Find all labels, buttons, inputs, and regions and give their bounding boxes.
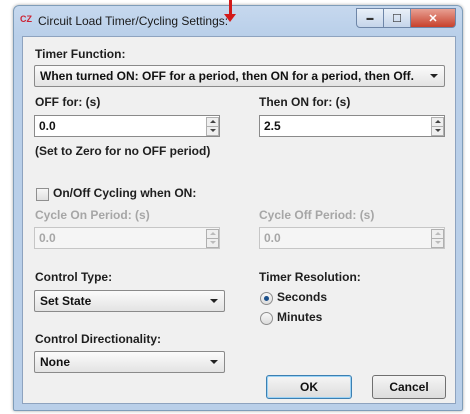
- cycle-on-input[interactable]: 0.0: [34, 227, 220, 249]
- cycling-checkbox[interactable]: [36, 188, 49, 201]
- then-on-for-input[interactable]: 2.5: [259, 115, 445, 137]
- cycling-label[interactable]: On/Off Cycling when ON:: [53, 186, 196, 200]
- minutes-radio-label[interactable]: Minutes: [277, 310, 322, 324]
- off-for-hint: (Set to Zero for no OFF period): [35, 144, 211, 158]
- spin-down-icon[interactable]: [206, 238, 219, 248]
- control-type-label: Control Type:: [35, 270, 113, 284]
- cycle-on-stepper[interactable]: [206, 229, 219, 248]
- title-bar[interactable]: CZ Circuit Load Timer/Cycling Settings: …: [14, 6, 462, 35]
- close-button[interactable]: ✕: [411, 8, 456, 28]
- control-directionality-value: None: [40, 355, 70, 369]
- then-on-for-stepper[interactable]: [431, 117, 444, 136]
- chevron-down-icon: [210, 360, 218, 364]
- ok-button[interactable]: OK: [266, 375, 352, 399]
- close-icon: ✕: [428, 12, 438, 25]
- spin-down-icon[interactable]: [431, 126, 444, 136]
- control-type-value: Set State: [40, 294, 92, 308]
- minimize-icon: ▬: [366, 14, 374, 22]
- off-for-value: 0.0: [39, 119, 56, 133]
- off-for-input[interactable]: 0.0: [34, 115, 220, 137]
- cycle-on-label: Cycle On Period: (s): [35, 208, 150, 222]
- spin-down-icon[interactable]: [206, 126, 219, 136]
- then-on-for-value: 2.5: [264, 119, 281, 133]
- seconds-radio[interactable]: [260, 292, 273, 305]
- maximize-button[interactable]: ☐: [384, 8, 411, 28]
- timer-function-value: When turned ON: OFF for a period, then O…: [40, 69, 414, 83]
- window-title: Circuit Load Timer/Cycling Settings:: [38, 14, 229, 28]
- chevron-down-icon: [210, 299, 218, 303]
- maximize-icon: ☐: [392, 12, 402, 25]
- cycle-off-value: 0.0: [264, 231, 281, 245]
- control-directionality-label: Control Directionality:: [35, 332, 162, 346]
- dialog-body: Timer Function: When turned ON: OFF for …: [22, 36, 456, 404]
- chevron-down-icon: [430, 74, 438, 78]
- window-controls: ▬ ☐ ✕: [356, 8, 456, 28]
- cycle-on-value: 0.0: [39, 231, 56, 245]
- control-type-dropdown[interactable]: Set State: [34, 290, 225, 312]
- then-on-for-label: Then ON for: (s): [259, 95, 351, 109]
- minutes-radio[interactable]: [260, 312, 273, 325]
- off-for-label: OFF for: (s): [35, 95, 101, 109]
- dialog-window: CZ Circuit Load Timer/Cycling Settings: …: [13, 5, 463, 411]
- seconds-radio-label[interactable]: Seconds: [277, 290, 327, 304]
- cycle-off-stepper[interactable]: [431, 229, 444, 248]
- cancel-button[interactable]: Cancel: [372, 375, 446, 399]
- timer-resolution-label: Timer Resolution:: [259, 270, 361, 284]
- cycle-off-label: Cycle Off Period: (s): [259, 208, 375, 222]
- app-icon: CZ: [20, 14, 32, 24]
- cycle-off-input[interactable]: 0.0: [259, 227, 445, 249]
- timer-function-label: Timer Function:: [35, 47, 126, 61]
- spin-down-icon[interactable]: [431, 238, 444, 248]
- arrow-head: [224, 14, 236, 22]
- control-directionality-dropdown[interactable]: None: [34, 351, 225, 373]
- off-for-stepper[interactable]: [206, 117, 219, 136]
- minimize-button[interactable]: ▬: [356, 8, 384, 28]
- timer-function-dropdown[interactable]: When turned ON: OFF for a period, then O…: [34, 65, 445, 87]
